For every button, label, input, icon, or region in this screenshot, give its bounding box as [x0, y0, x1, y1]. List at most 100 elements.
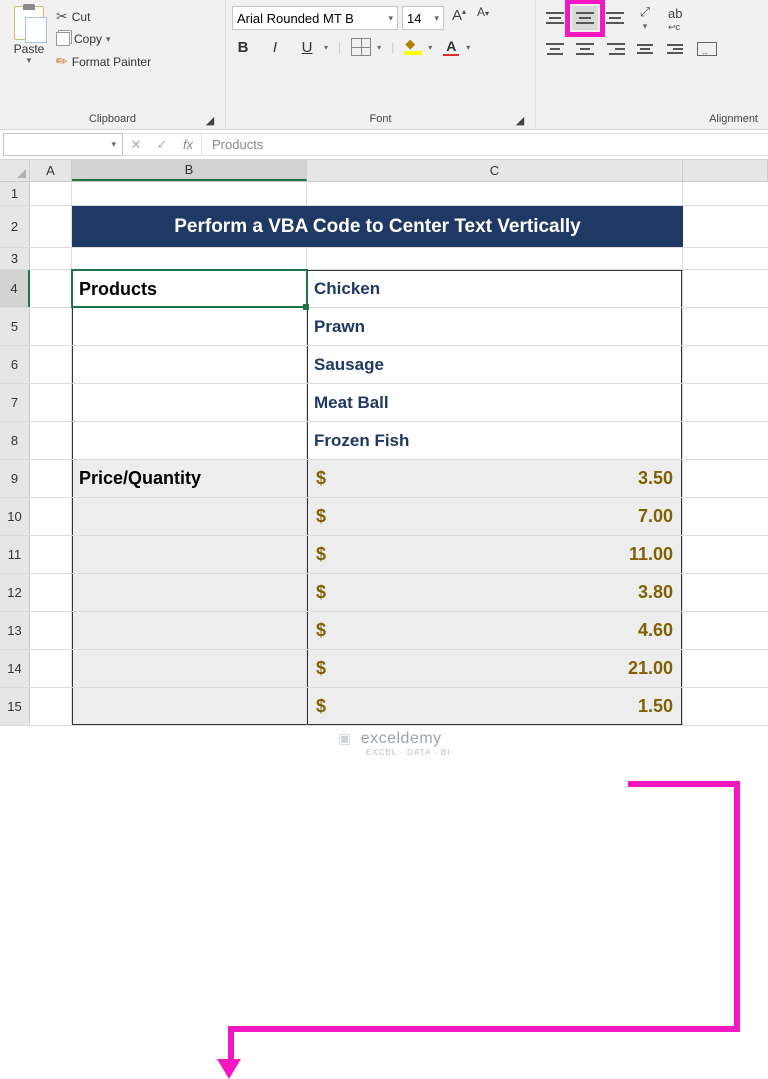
row-header[interactable]: 11: [0, 536, 30, 573]
cell[interactable]: [683, 384, 768, 421]
cell[interactable]: [30, 248, 72, 269]
row-header[interactable]: 13: [0, 612, 30, 649]
cell[interactable]: [72, 574, 307, 611]
chevron-down-icon[interactable]: ▾: [111, 139, 116, 150]
cell[interactable]: [683, 574, 768, 611]
cell[interactable]: $4.60: [307, 612, 683, 649]
chevron-down-icon[interactable]: ▾: [388, 13, 393, 24]
row-header[interactable]: 14: [0, 650, 30, 687]
cell[interactable]: Chicken: [307, 270, 683, 307]
name-box[interactable]: ▾: [3, 133, 123, 156]
increase-indent-button[interactable]: [662, 37, 688, 61]
row-header[interactable]: 4: [0, 270, 30, 307]
cell[interactable]: [30, 460, 72, 497]
cell[interactable]: [683, 422, 768, 459]
cell[interactable]: Meat Ball: [307, 384, 683, 421]
cell[interactable]: [72, 308, 307, 345]
cell[interactable]: $3.50: [307, 460, 683, 497]
cell[interactable]: [683, 206, 768, 247]
chevron-down-icon[interactable]: ▾: [428, 43, 432, 52]
dialog-launcher-icon[interactable]: ◢: [513, 113, 527, 127]
cell[interactable]: $3.80: [307, 574, 683, 611]
row-header[interactable]: 9: [0, 460, 30, 497]
row-header[interactable]: 6: [0, 346, 30, 383]
cell[interactable]: [30, 182, 72, 205]
copy-button[interactable]: Copy ▾: [52, 30, 155, 48]
cell[interactable]: [30, 536, 72, 573]
format-painter-button[interactable]: ✎ Format Painter: [52, 51, 155, 72]
cell[interactable]: [72, 346, 307, 383]
select-all-corner[interactable]: [0, 160, 30, 181]
row-header[interactable]: 3: [0, 248, 30, 269]
paste-button[interactable]: Paste ▼: [6, 4, 52, 72]
chevron-down-icon[interactable]: ▾: [377, 43, 381, 52]
bold-button[interactable]: B: [232, 36, 254, 58]
underline-button[interactable]: U: [296, 36, 318, 58]
cell[interactable]: [30, 346, 72, 383]
cell[interactable]: [72, 248, 307, 269]
column-header-A[interactable]: A: [30, 160, 72, 181]
cell[interactable]: [683, 460, 768, 497]
cell[interactable]: [30, 574, 72, 611]
cell[interactable]: [72, 650, 307, 687]
cell[interactable]: [683, 308, 768, 345]
cell[interactable]: [683, 182, 768, 205]
column-header-C[interactable]: C: [307, 160, 683, 181]
cell[interactable]: [683, 612, 768, 649]
align-right-button[interactable]: [602, 37, 628, 61]
row-header[interactable]: 7: [0, 384, 30, 421]
cell[interactable]: [30, 384, 72, 421]
cell[interactable]: [683, 498, 768, 535]
cell[interactable]: [307, 248, 683, 269]
row-header[interactable]: 12: [0, 574, 30, 611]
cell[interactable]: [307, 206, 683, 247]
row-header[interactable]: 8: [0, 422, 30, 459]
align-left-button[interactable]: [542, 37, 568, 61]
enter-formula-button[interactable]: ✓: [149, 137, 175, 153]
align-middle-button[interactable]: [572, 6, 598, 30]
chevron-down-icon[interactable]: ▼: [25, 56, 33, 65]
chevron-down-icon[interactable]: ▾: [106, 34, 111, 45]
formula-bar-input[interactable]: Products: [202, 133, 768, 156]
borders-button[interactable]: [351, 38, 371, 56]
cut-button[interactable]: ✂ Cut: [52, 6, 155, 27]
cell[interactable]: [30, 422, 72, 459]
cell[interactable]: [30, 498, 72, 535]
cell[interactable]: [72, 384, 307, 421]
font-size-selector[interactable]: 14 ▾: [402, 6, 444, 30]
cell[interactable]: [683, 270, 768, 307]
fill-color-button[interactable]: [404, 39, 422, 55]
align-top-button[interactable]: [542, 6, 568, 30]
row-header[interactable]: 10: [0, 498, 30, 535]
cell[interactable]: [683, 650, 768, 687]
cell[interactable]: Frozen Fish: [307, 422, 683, 459]
cell[interactable]: [72, 498, 307, 535]
column-header-D[interactable]: [683, 160, 768, 181]
insert-function-button[interactable]: fx: [175, 137, 201, 152]
cell[interactable]: [30, 206, 72, 247]
orientation-button[interactable]: ⤢▾: [632, 6, 658, 30]
cell[interactable]: [683, 346, 768, 383]
cancel-formula-button[interactable]: ✕: [123, 137, 149, 153]
cell[interactable]: [683, 248, 768, 269]
cell[interactable]: $11.00: [307, 536, 683, 573]
decrease-font-button[interactable]: A▾: [472, 7, 494, 29]
row-header[interactable]: 5: [0, 308, 30, 345]
cell[interactable]: [30, 688, 72, 725]
cell[interactable]: $1.50: [307, 688, 683, 725]
cell[interactable]: Sausage: [307, 346, 683, 383]
cell[interactable]: Price/Quantity: [72, 460, 307, 497]
row-header[interactable]: 2: [0, 206, 30, 247]
cell-B4-selected[interactable]: Products: [72, 270, 307, 307]
italic-button[interactable]: I: [264, 36, 286, 58]
cell[interactable]: [307, 182, 683, 205]
cell[interactable]: Prawn: [307, 308, 683, 345]
wrap-text-button[interactable]: ab↩c: [668, 6, 682, 33]
cell[interactable]: [30, 308, 72, 345]
cell[interactable]: [72, 422, 307, 459]
cell[interactable]: [683, 688, 768, 725]
decrease-indent-button[interactable]: [632, 37, 658, 61]
cell[interactable]: [30, 650, 72, 687]
cell[interactable]: [72, 688, 307, 725]
merge-center-button[interactable]: ↔: [692, 37, 722, 61]
